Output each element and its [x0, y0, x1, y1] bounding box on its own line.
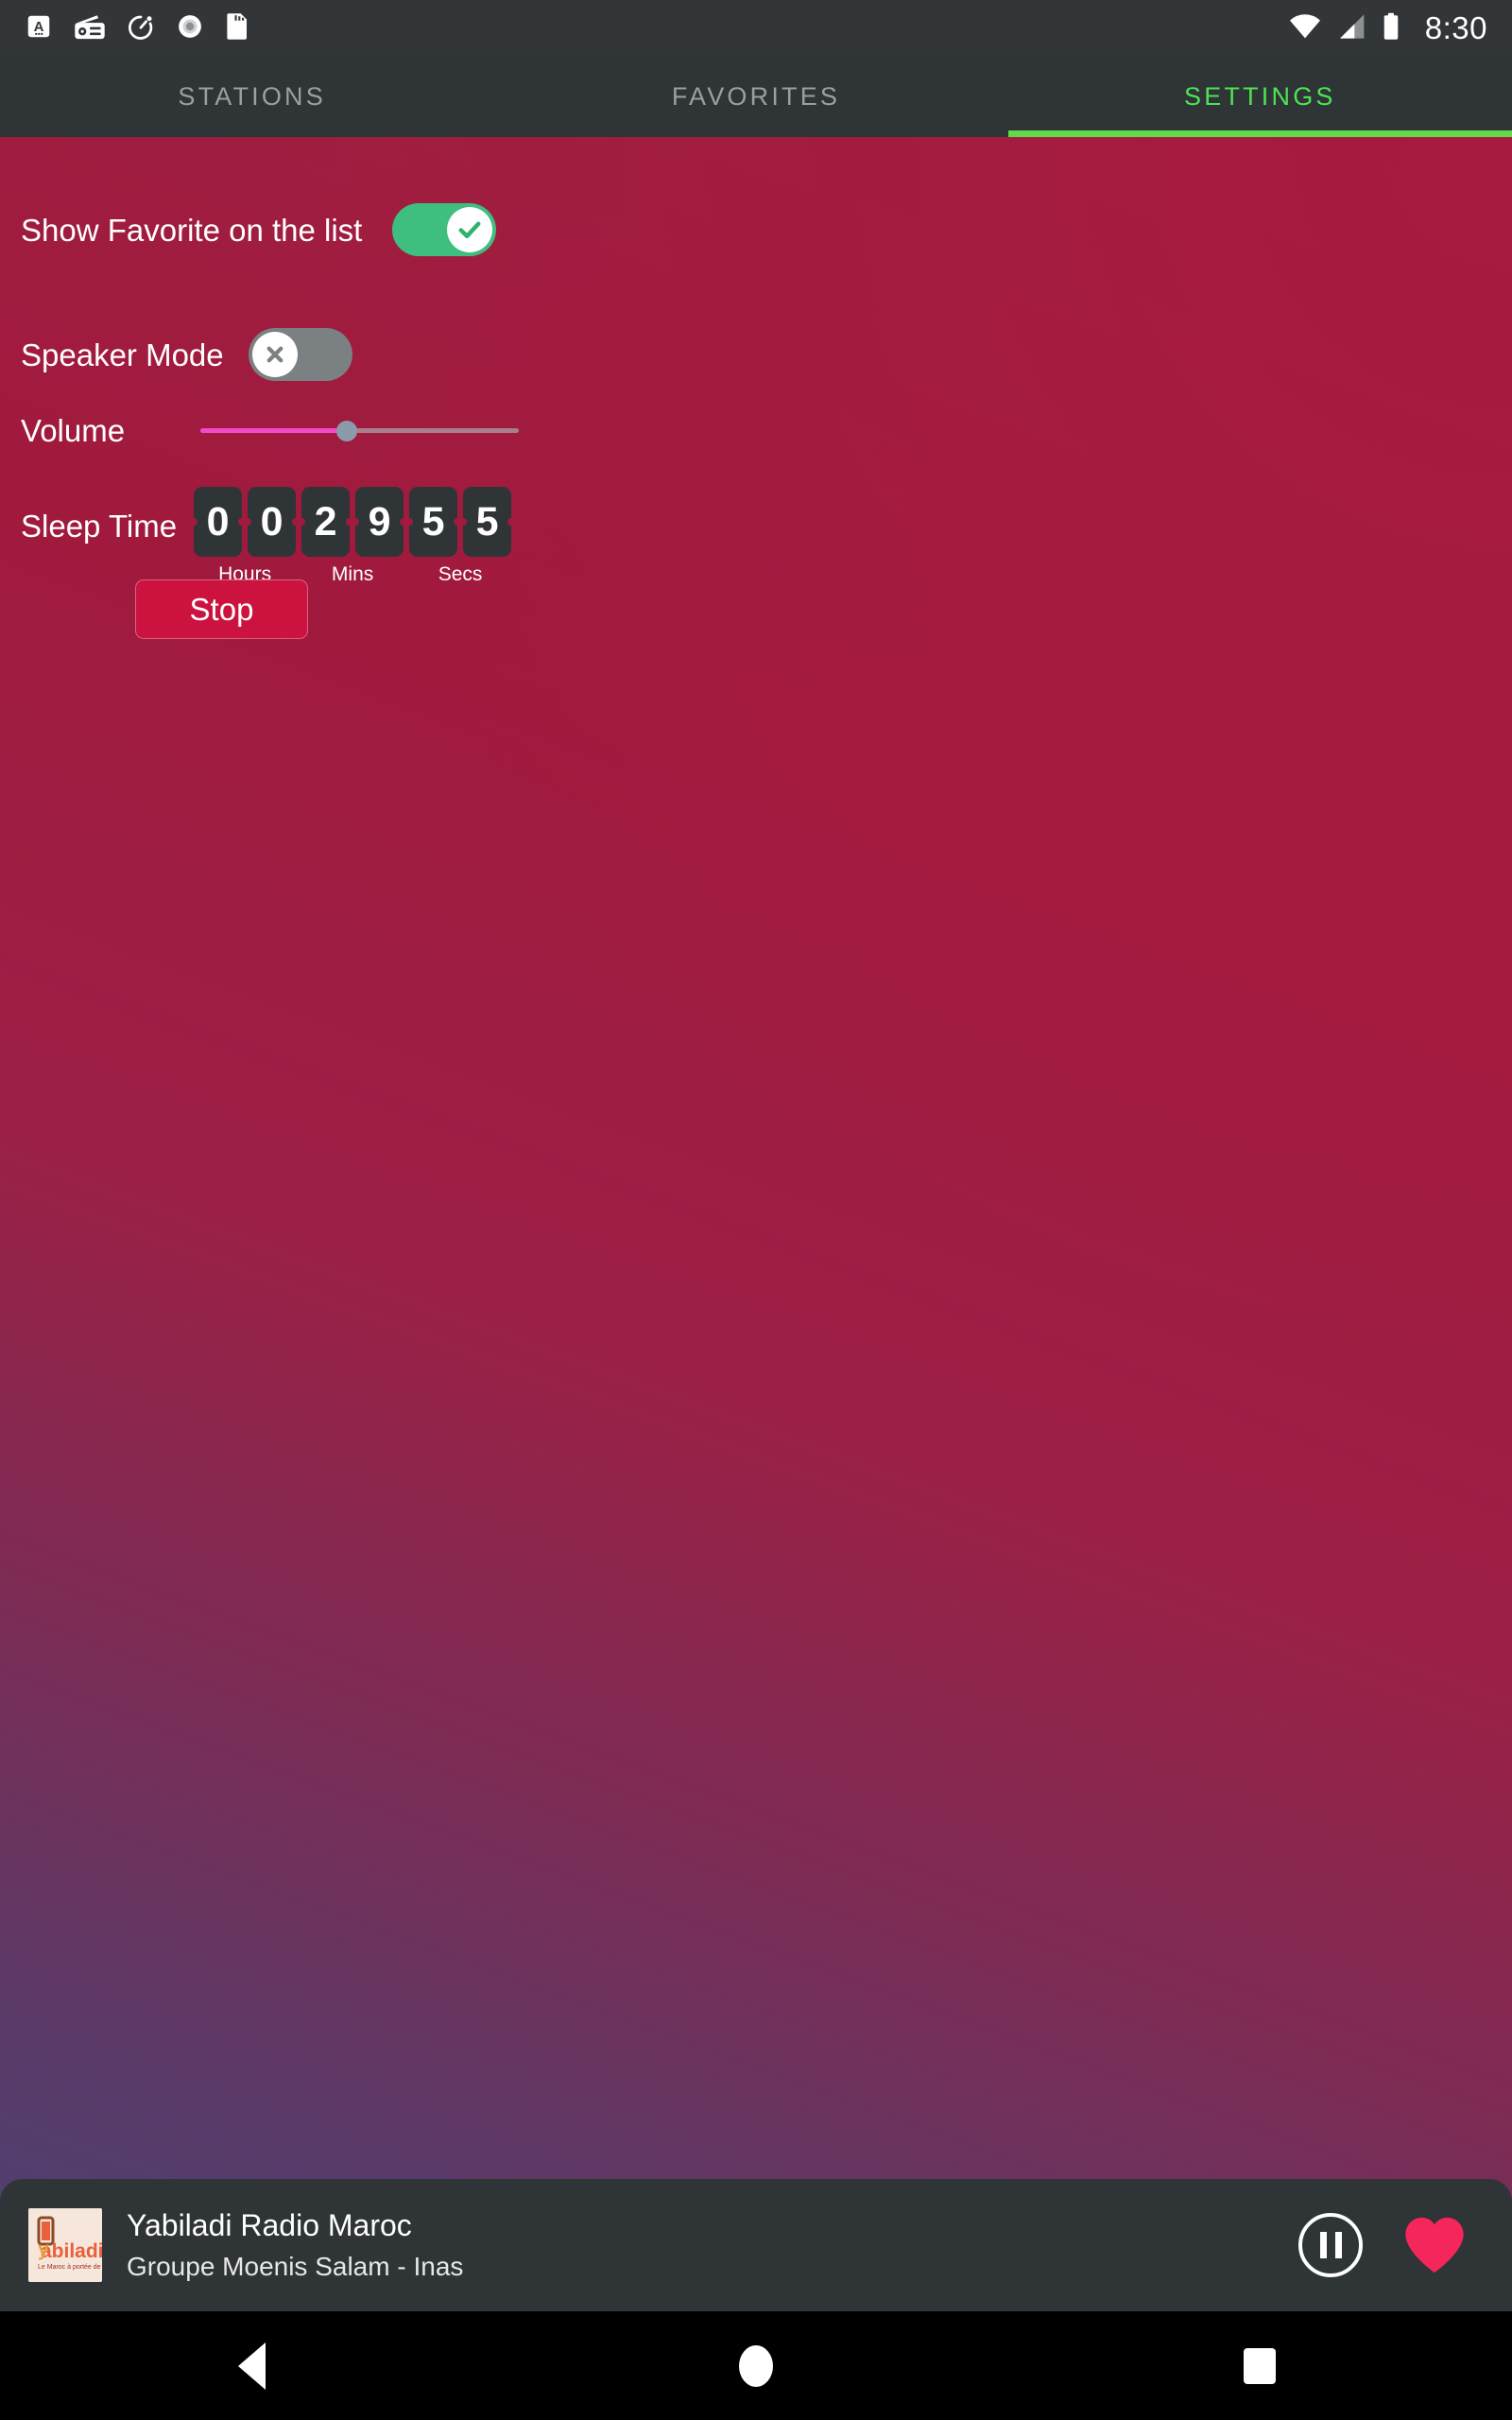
speaker-mode-toggle[interactable] — [248, 328, 352, 381]
slider-fill — [200, 428, 348, 433]
pause-button[interactable] — [1298, 2213, 1363, 2277]
tab-active-indicator — [1007, 130, 1512, 137]
digit-card: 5 — [409, 487, 458, 557]
status-bar-left-icons: A — [25, 12, 249, 45]
timer-icon — [127, 12, 155, 45]
album-art: abiladi y Le Maroc à portée de clic ! — [28, 2208, 102, 2282]
home-circle-icon — [738, 2344, 773, 2387]
player-controls — [1298, 2209, 1484, 2281]
digit-card: 5 — [463, 487, 512, 557]
show-favorite-toggle[interactable] — [392, 203, 497, 256]
nav-recents-button[interactable] — [1008, 2347, 1512, 2384]
yabiladi-logo-icon: abiladi y Le Maroc à portée de clic ! — [28, 2208, 102, 2282]
keyboard-indicator-icon: A — [25, 12, 53, 45]
pause-icon — [1334, 2232, 1342, 2258]
setting-row-volume: Volume — [21, 411, 550, 449]
recents-square-icon — [1244, 2347, 1277, 2384]
slider-thumb[interactable] — [336, 421, 358, 441]
player-bar: abiladi y Le Maroc à portée de clic ! Ya… — [0, 2179, 1512, 2311]
pause-icon — [1319, 2232, 1327, 2258]
app-screen: A 8:30 STATIONS FAVORITES SETTINGS Show … — [0, 0, 1512, 2420]
svg-text:A: A — [34, 19, 44, 35]
mins-unit-label: Mins — [331, 563, 374, 585]
speaker-mode-label: Speaker Mode — [21, 337, 224, 372]
battery-full-icon — [1382, 12, 1400, 45]
volume-slider[interactable] — [200, 411, 520, 449]
tab-stations[interactable]: STATIONS — [0, 57, 504, 137]
mins-digits: 2 9 — [301, 487, 404, 557]
status-bar-right-icons: 8:30 — [1289, 10, 1487, 46]
tab-favorites[interactable]: FAVORITES — [504, 57, 1007, 137]
sd-card-icon — [225, 12, 249, 45]
digit-card: 2 — [301, 487, 351, 557]
svg-text:y: y — [38, 2238, 49, 2260]
player-track-name: Groupe Moenis Salam - Inas — [127, 2252, 464, 2281]
wifi-icon — [1289, 12, 1321, 45]
setting-row-sleep-time: Sleep Time 0 0 Hours 2 9 Mins 5 5 Secs — [21, 487, 512, 586]
player-metadata: Yabiladi Radio Maroc Groupe Moenis Salam… — [127, 2210, 463, 2280]
tab-stations-label: STATIONS — [178, 82, 326, 111]
back-triangle-icon — [238, 2342, 266, 2390]
heart-filled-icon — [1405, 2217, 1464, 2273]
volume-label: Volume — [21, 412, 126, 448]
tab-favorites-label: FAVORITES — [671, 82, 841, 111]
sleep-time-group-mins: 2 9 Mins — [301, 487, 404, 586]
digit-card: 0 — [248, 487, 297, 557]
status-bar-clock: 8:30 — [1424, 10, 1487, 45]
sleep-time-group-hours: 0 0 Hours — [194, 487, 297, 586]
stop-button[interactable]: Stop — [135, 579, 308, 639]
secs-unit-label: Secs — [438, 563, 483, 585]
android-nav-bar — [0, 2311, 1512, 2420]
sleep-time-label: Sleep Time — [21, 509, 178, 544]
record-circle-icon — [176, 12, 204, 45]
digit-card: 9 — [355, 487, 404, 557]
sleep-time-counter: 0 0 Hours 2 9 Mins 5 5 Secs — [194, 487, 512, 586]
svg-text:Le Maroc à portée de clic !: Le Maroc à portée de clic ! — [38, 2264, 102, 2271]
tab-bar: STATIONS FAVORITES SETTINGS — [0, 57, 1512, 137]
radio-icon — [74, 12, 106, 45]
cellular-signal-icon — [1336, 12, 1366, 45]
favorite-button[interactable] — [1399, 2209, 1470, 2281]
nav-home-button[interactable] — [504, 2344, 1007, 2387]
toggle-knob — [251, 332, 298, 377]
svg-text:abiladi: abiladi — [41, 2240, 102, 2262]
app-background — [0, 137, 1512, 2231]
tab-settings[interactable]: SETTINGS — [1007, 57, 1512, 137]
status-bar: A 8:30 — [0, 0, 1512, 57]
toggle-knob — [447, 207, 493, 252]
sleep-time-group-secs: 5 5 Secs — [409, 487, 512, 586]
setting-row-show-favorite: Show Favorite on the list — [21, 203, 497, 256]
tab-settings-label: SETTINGS — [1184, 82, 1336, 111]
stop-button-label: Stop — [189, 591, 254, 627]
secs-digits: 5 5 — [409, 487, 512, 557]
check-icon — [458, 221, 481, 239]
hours-digits: 0 0 — [194, 487, 297, 557]
nav-back-button[interactable] — [0, 2342, 504, 2390]
digit-card: 0 — [194, 487, 243, 557]
close-icon — [266, 346, 284, 363]
show-favorite-label: Show Favorite on the list — [21, 212, 363, 248]
setting-row-speaker-mode: Speaker Mode — [21, 328, 352, 381]
player-station-name: Yabiladi Radio Maroc — [127, 2208, 412, 2242]
